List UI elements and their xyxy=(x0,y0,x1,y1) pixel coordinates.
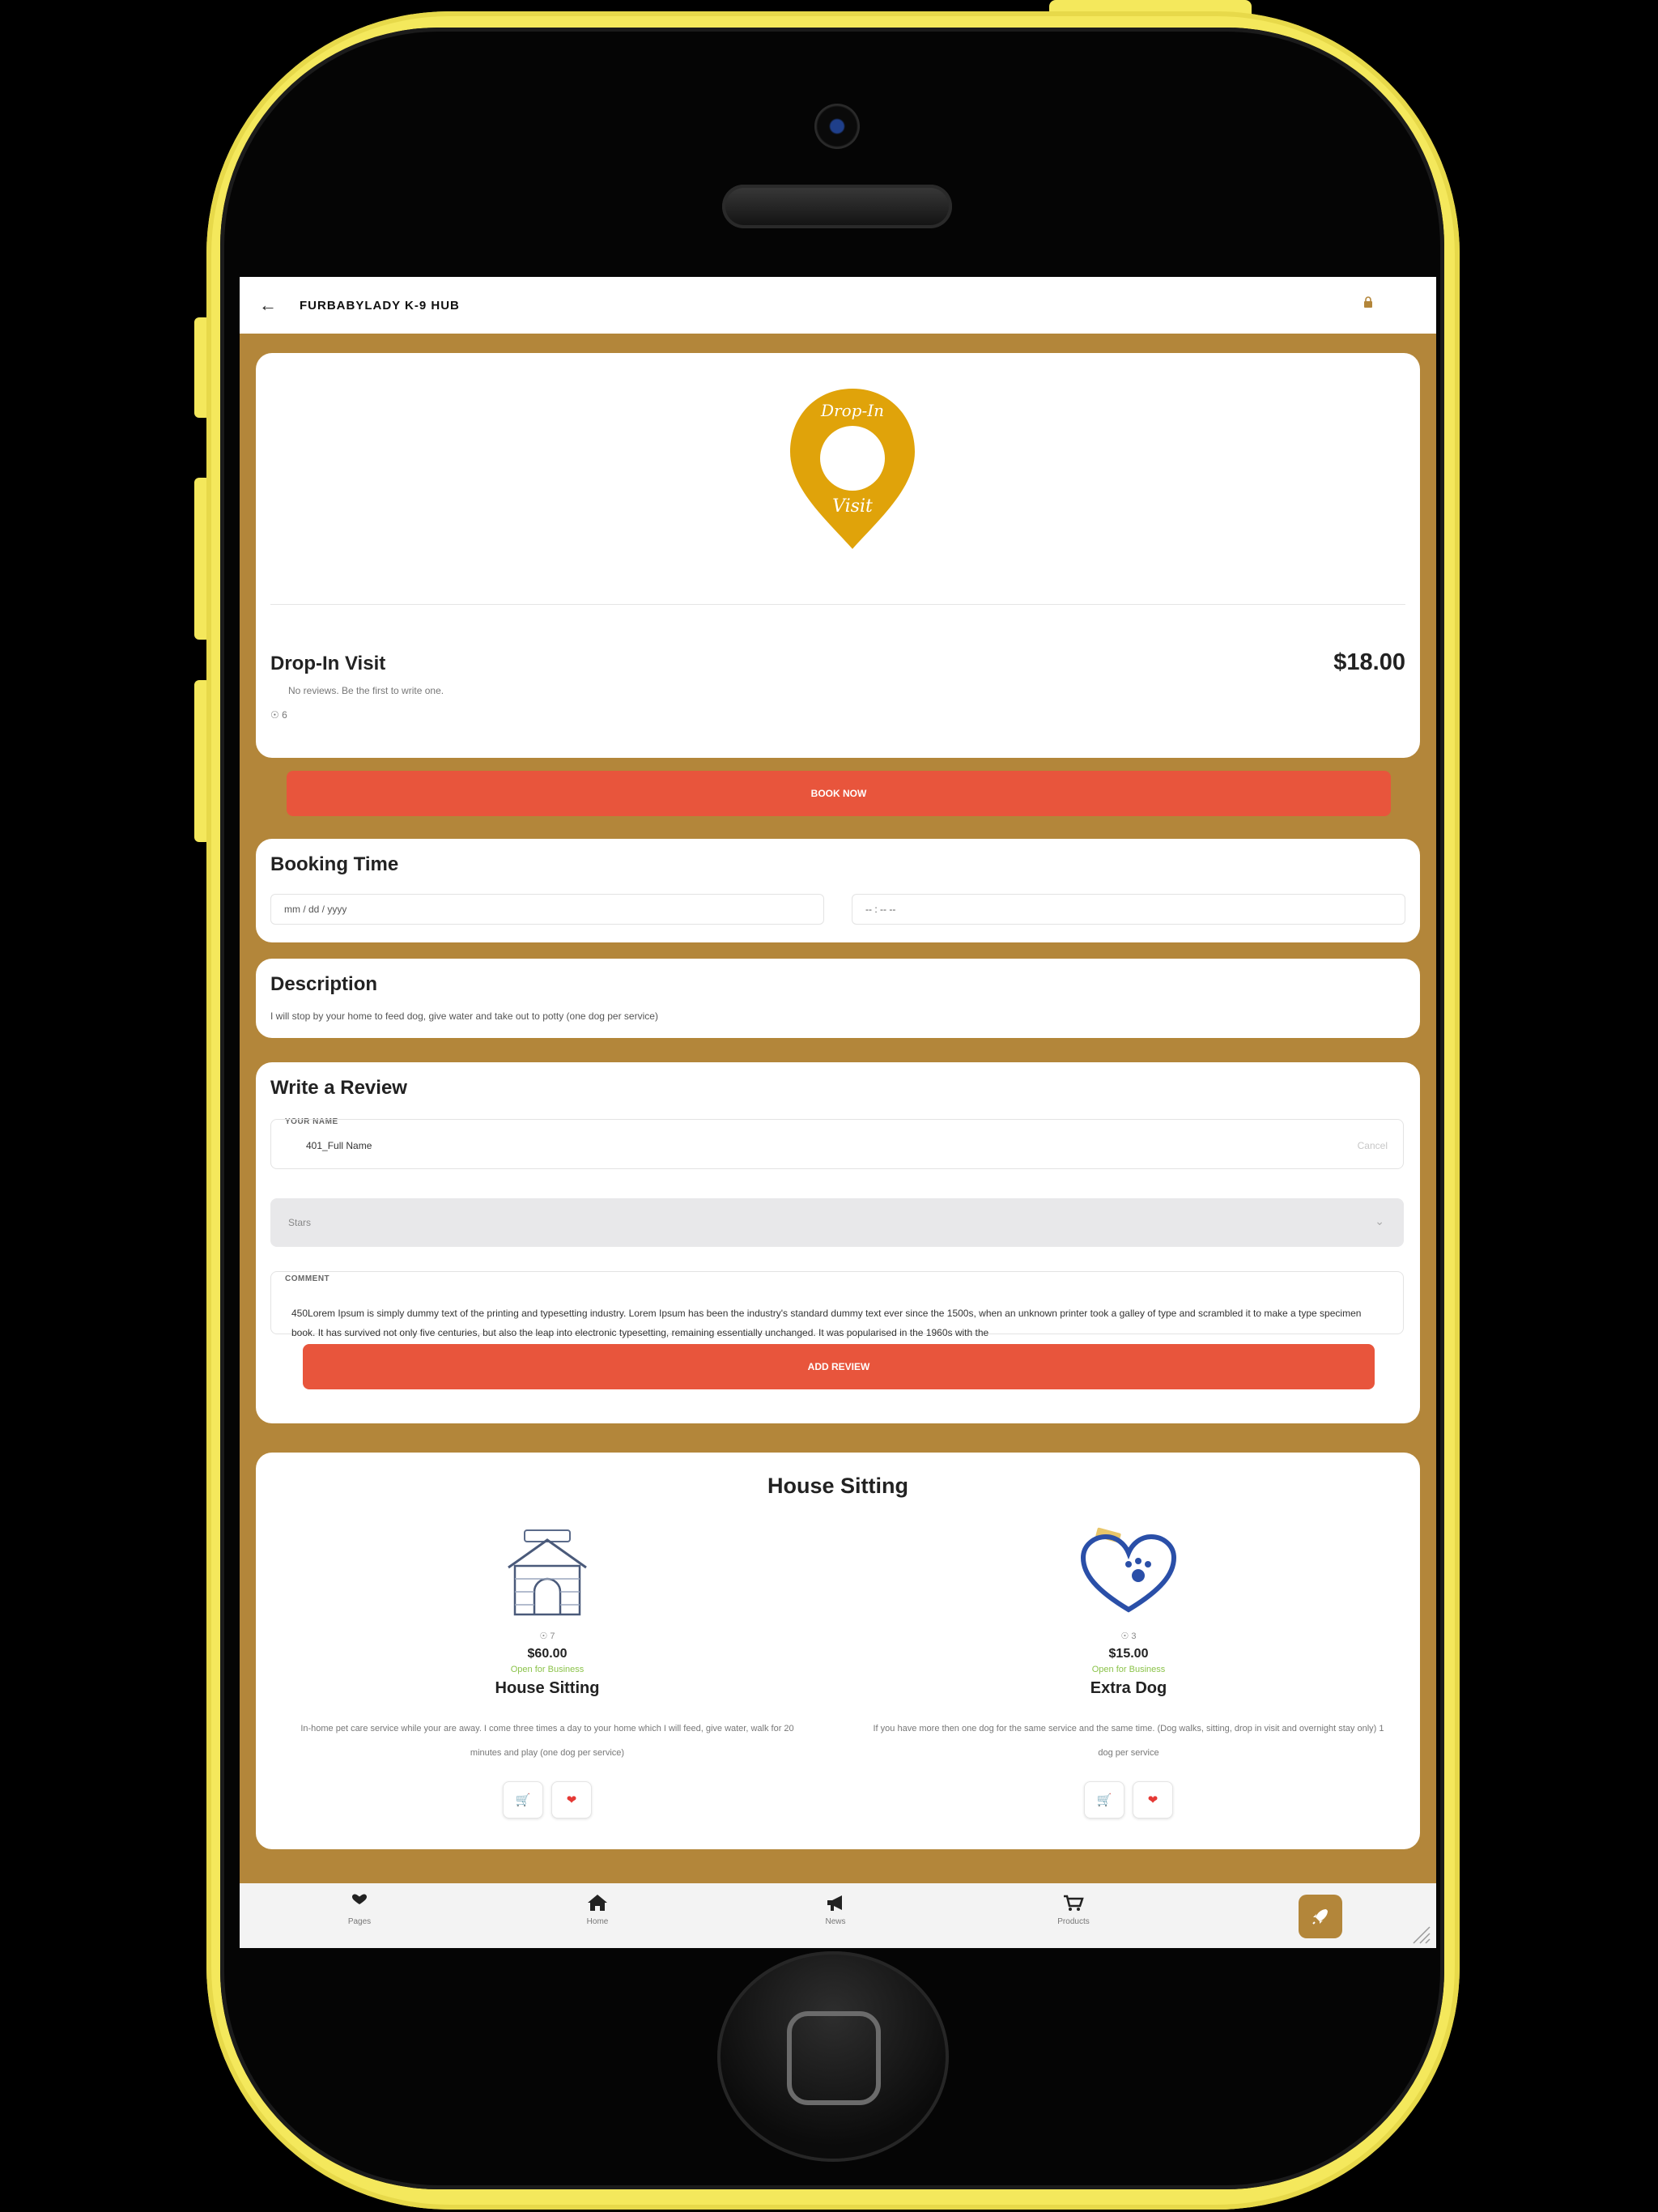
date-input[interactable]: mm / dd / yyyy xyxy=(270,894,824,925)
no-reviews-text: No reviews. Be the first to write one. xyxy=(288,685,444,696)
related-views-value: 7 xyxy=(550,1631,555,1641)
arrow-left-icon[interactable]: ← xyxy=(259,295,283,316)
pin-text-bottom: Visit xyxy=(832,496,873,517)
nav-label: Pages xyxy=(347,1917,372,1926)
heart-icon: ❤ xyxy=(1147,1793,1158,1807)
add-review-button[interactable]: ADD REVIEW xyxy=(303,1344,1375,1389)
app-screen: ← FURBABYLADY K-9 HUB Drop-In Visit Drop… xyxy=(240,277,1436,1948)
heart-icon: ❤ xyxy=(566,1793,577,1807)
book-now-button[interactable]: BOOK NOW xyxy=(287,771,1391,816)
drop-in-visit-image: Drop-In Visit xyxy=(790,389,915,549)
rocket-fab-button[interactable] xyxy=(1299,1895,1342,1938)
booking-title: Booking Time xyxy=(270,853,399,875)
related-status: Open for Business xyxy=(1091,1665,1166,1674)
eye-icon: ☉ xyxy=(539,1631,548,1641)
add-to-cart-button[interactable]: 🛒 xyxy=(503,1781,543,1819)
review-title: Write a Review xyxy=(270,1077,407,1099)
time-input[interactable]: -- : -- -- xyxy=(852,894,1405,925)
cart-icon xyxy=(1064,1895,1084,1911)
name-value[interactable]: 401_Full Name xyxy=(306,1140,372,1151)
favorite-button[interactable]: ❤ xyxy=(551,1781,592,1819)
review-card: Write a Review YOUR NAME 401_Full Name C… xyxy=(256,1062,1420,1423)
eye-icon: ☉ xyxy=(270,709,279,721)
extra-dog-image[interactable] xyxy=(1072,1525,1185,1623)
nav-item-products[interactable]: Products xyxy=(1025,1891,1122,1926)
related-item: ☉ 3 $15.00 Open for Business Extra Dog I… xyxy=(853,1525,1404,1841)
comment-value[interactable]: 450Lorem Ipsum is simply dummy text of t… xyxy=(291,1304,1376,1344)
related-price: $15.00 xyxy=(1108,1647,1149,1661)
description-card: Description I will stop by your home to … xyxy=(256,959,1420,1038)
related-actions: 🛒 ❤ xyxy=(853,1781,1404,1819)
megaphone-icon xyxy=(827,1895,842,1911)
related-views-value: 3 xyxy=(1131,1631,1137,1641)
related-services-card: House Sitting ☉ 7 $60.00 Open for Busine… xyxy=(256,1453,1420,1849)
views-value: 6 xyxy=(282,709,287,721)
nav-label: News xyxy=(825,1917,846,1926)
cart-icon: 🛒 xyxy=(515,1793,531,1807)
related-views: ☉ 3 xyxy=(853,1631,1404,1641)
related-item: ☉ 7 $60.00 Open for Business House Sitti… xyxy=(272,1525,823,1841)
rocket-icon xyxy=(1312,1909,1328,1925)
related-name[interactable]: House Sitting xyxy=(272,1679,823,1698)
heart-icon xyxy=(352,1894,367,1904)
related-status: Open for Business xyxy=(510,1665,585,1674)
house-sitting-image[interactable] xyxy=(491,1525,604,1623)
product-card: Drop-In Visit Drop-In Visit $18.00 No re… xyxy=(256,353,1420,758)
name-input[interactable] xyxy=(270,1119,1404,1169)
nav-item-pages[interactable]: Pages xyxy=(311,1891,408,1926)
chevron-down-icon: ⌄ xyxy=(1375,1214,1384,1227)
favorite-button[interactable]: ❤ xyxy=(1133,1781,1173,1819)
nav-label: Products xyxy=(1057,1917,1090,1926)
description-title: Description xyxy=(270,973,378,995)
nav-item-news[interactable]: News xyxy=(787,1891,884,1926)
stars-select[interactable]: Stars ⌄ xyxy=(270,1198,1404,1247)
views-count: ☉ 6 xyxy=(270,709,287,721)
related-price: $60.00 xyxy=(527,1647,568,1661)
lock-icon[interactable] xyxy=(1363,296,1373,308)
product-price: $18.00 xyxy=(1333,649,1405,675)
nav-item-home[interactable]: Home xyxy=(549,1891,646,1926)
home-button xyxy=(717,1951,949,2162)
related-views: ☉ 7 xyxy=(272,1631,823,1641)
add-to-cart-button[interactable]: 🛒 xyxy=(1084,1781,1124,1819)
stars-placeholder: Stars xyxy=(288,1217,312,1228)
related-actions: 🛒 ❤ xyxy=(272,1781,823,1819)
description-text: I will stop by your home to feed dog, gi… xyxy=(270,1010,658,1022)
product-name: Drop-In Visit xyxy=(270,653,386,674)
cart-icon: 🛒 xyxy=(1096,1793,1112,1807)
app-title: FURBABYLADY K-9 HUB xyxy=(300,298,460,313)
related-title: House Sitting xyxy=(767,1474,908,1498)
home-icon xyxy=(588,1895,607,1911)
eye-icon: ☉ xyxy=(1120,1631,1129,1641)
divider xyxy=(270,604,1405,605)
front-camera xyxy=(814,104,860,149)
resize-grip-icon[interactable] xyxy=(1409,1922,1431,1945)
pin-text-top: Drop-In xyxy=(820,401,884,420)
earpiece-speaker xyxy=(722,185,952,228)
app-header: ← FURBABYLADY K-9 HUB xyxy=(240,277,1436,334)
bottom-nav: Pages Home News Products xyxy=(240,1883,1436,1948)
related-description: In-home pet care service while your are … xyxy=(300,1724,794,1758)
nav-label: Home xyxy=(586,1917,609,1926)
booking-card: Booking Time mm / dd / yyyy -- : -- -- xyxy=(256,839,1420,942)
related-description: If you have more then one dog for the sa… xyxy=(873,1724,1384,1758)
cancel-button[interactable]: Cancel xyxy=(1358,1140,1388,1151)
related-name[interactable]: Extra Dog xyxy=(853,1679,1404,1698)
